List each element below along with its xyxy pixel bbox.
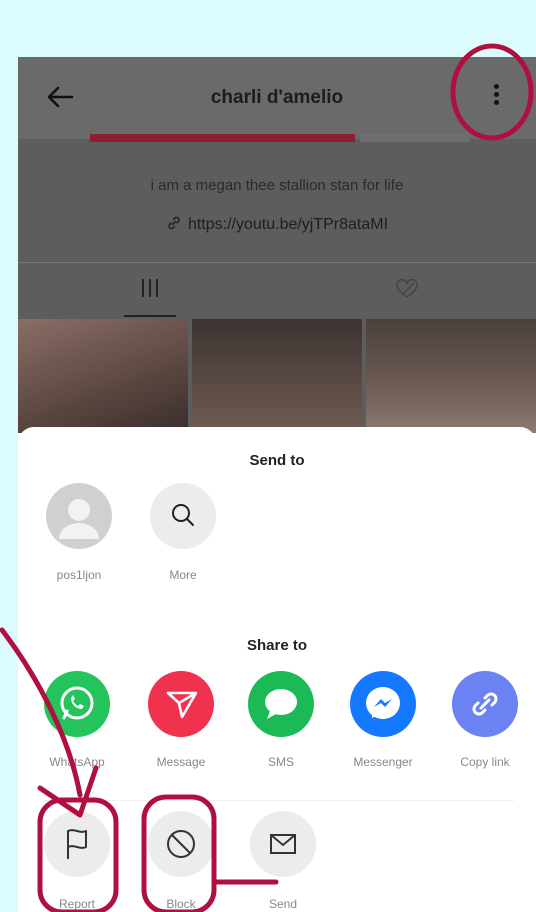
progress-segment-inactive — [360, 134, 470, 142]
profile-link[interactable]: https://youtu.be/yjTPr8ataMI — [18, 215, 536, 234]
video-thumbnail[interactable] — [18, 319, 188, 433]
top-bar: charli d'amelio — [18, 57, 536, 139]
share-to-title: Share to — [246, 637, 307, 654]
envelope-icon — [270, 834, 296, 854]
send-message-button[interactable] — [250, 811, 316, 877]
send-label: Send — [268, 897, 298, 911]
avatar-icon — [59, 499, 99, 539]
block-button[interactable] — [148, 811, 214, 877]
profile-bio: i am a megan thee stallion stan for life — [150, 177, 404, 194]
video-grid — [18, 319, 536, 433]
more-button[interactable] — [150, 483, 216, 549]
report-label: Report — [58, 897, 96, 911]
video-thumbnail[interactable] — [192, 319, 362, 433]
progress-segment-active — [90, 134, 355, 142]
contact-avatar[interactable] — [46, 483, 112, 549]
video-thumbnail[interactable] — [366, 319, 536, 433]
block-icon — [167, 830, 195, 858]
liked-tab-icon[interactable] — [396, 279, 418, 299]
videos-tab-icon[interactable] — [140, 279, 160, 297]
copy-link-button[interactable] — [452, 671, 518, 737]
sms-label: SMS — [267, 755, 294, 769]
messenger-icon — [366, 687, 400, 719]
active-tab-indicator — [124, 315, 176, 317]
messenger-button[interactable] — [350, 671, 416, 737]
tabs-divider — [18, 262, 536, 263]
chat-bubble-icon — [265, 689, 297, 719]
search-icon — [172, 504, 194, 526]
link-icon — [168, 216, 180, 230]
more-label: More — [169, 568, 197, 582]
report-button[interactable] — [44, 811, 110, 877]
more-options-icon[interactable] — [484, 81, 508, 115]
whatsapp-button[interactable] — [44, 671, 110, 737]
messenger-label: Messenger — [353, 755, 413, 769]
whatsapp-label: WhatsApp — [49, 755, 105, 769]
profile-title: charli d'amelio — [210, 87, 344, 108]
contact-label: pos1ljon — [56, 568, 102, 582]
profile-link-text: https://youtu.be/yjTPr8ataMI — [187, 216, 389, 233]
sms-button[interactable] — [248, 671, 314, 737]
block-label: Block — [166, 897, 196, 911]
message-label: Message — [156, 755, 206, 769]
send-to-title: Send to — [249, 452, 305, 469]
sheet-divider — [44, 800, 514, 801]
flag-icon — [67, 829, 87, 859]
copy-link-label: Copy link — [460, 755, 510, 769]
phone-screen: charli d'amelio i am a megan thee stalli… — [18, 57, 536, 912]
whatsapp-icon — [60, 686, 94, 720]
message-button[interactable] — [148, 671, 214, 737]
send-icon — [166, 691, 198, 719]
link-icon — [472, 692, 498, 716]
share-sheet: Send to pos1ljon More Share to WhatsApp — [18, 427, 536, 912]
